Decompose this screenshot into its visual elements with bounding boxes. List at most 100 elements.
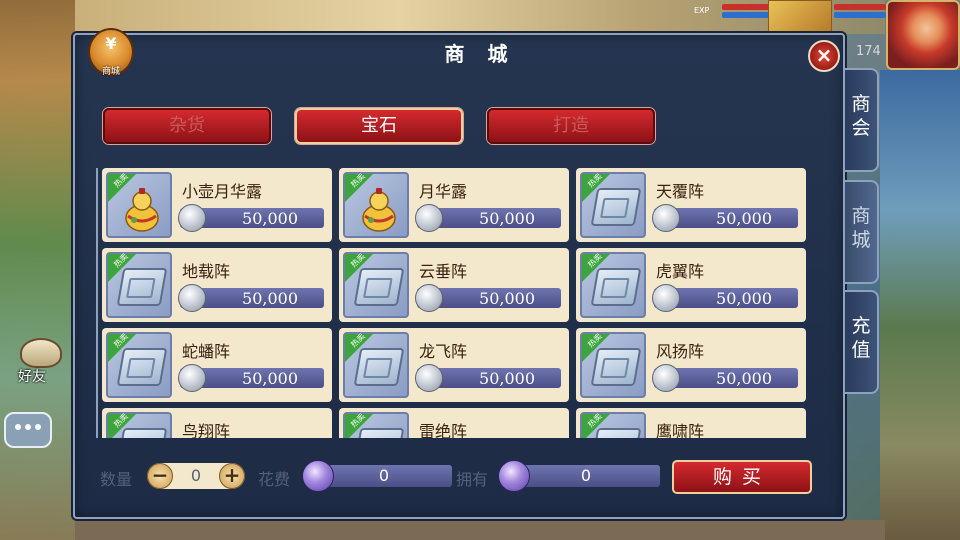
scene-background-left bbox=[0, 0, 75, 540]
item-price: 50,000 bbox=[178, 364, 324, 392]
side-tab-label: 商城 bbox=[851, 205, 871, 251]
item-price-value: 50,000 bbox=[716, 369, 772, 388]
item-name: 龙飞阵 bbox=[419, 342, 468, 361]
item-thumbnail: 热卖 bbox=[106, 412, 172, 438]
shop-item-card[interactable]: 热卖 鸟翔阵 bbox=[102, 408, 332, 438]
owned-field: 0 bbox=[498, 460, 660, 492]
tab-groceries[interactable]: 杂货 bbox=[103, 108, 271, 144]
increase-button[interactable]: + bbox=[219, 463, 245, 489]
scene-background-bottom bbox=[75, 520, 885, 540]
friends-icon bbox=[20, 338, 62, 368]
side-tab-mall[interactable]: 商城 bbox=[843, 180, 879, 284]
item-name: 虎翼阵 bbox=[656, 262, 705, 281]
item-price: 50,000 bbox=[415, 204, 561, 232]
pet-hp-bar bbox=[722, 4, 770, 10]
shop-item-card[interactable]: 热卖 雷绝阵 bbox=[339, 408, 569, 438]
cost-label: 花费 bbox=[258, 470, 291, 489]
item-thumbnail: 热卖 bbox=[580, 252, 646, 318]
item-price: 50,000 bbox=[178, 284, 324, 312]
item-name: 云垂阵 bbox=[419, 262, 468, 281]
hero-hp-bar bbox=[834, 4, 886, 10]
item-name: 地载阵 bbox=[182, 262, 231, 281]
side-tab-label: 商会 bbox=[851, 93, 871, 139]
item-name: 雷绝阵 bbox=[419, 422, 468, 438]
tab-gems[interactable]: 宝石 bbox=[295, 108, 463, 144]
yen-icon: ¥ bbox=[105, 34, 117, 53]
hero-level: 174 bbox=[856, 44, 881, 59]
shop-item-card[interactable]: 热卖 风扬阵 50,000 bbox=[576, 328, 806, 402]
friends-label: 好友 bbox=[18, 369, 46, 385]
item-thumbnail: 热卖 bbox=[580, 332, 646, 398]
shop-item-card[interactable]: 热卖 地载阵 50,000 bbox=[102, 248, 332, 322]
silver-coin-icon bbox=[415, 284, 443, 312]
side-tab-recharge[interactable]: 充值 bbox=[843, 290, 879, 394]
shop-logo: ¥ 商城 bbox=[88, 28, 134, 77]
item-price-value: 50,000 bbox=[242, 289, 298, 308]
item-name: 蛇蟠阵 bbox=[182, 342, 231, 361]
owned-value: 0 bbox=[580, 466, 592, 485]
tab-forging[interactable]: 打造 bbox=[487, 108, 655, 144]
item-name: 天覆阵 bbox=[656, 182, 705, 201]
silver-coin-icon bbox=[178, 364, 206, 392]
item-price-value: 50,000 bbox=[716, 209, 772, 228]
item-thumbnail: 热卖 bbox=[106, 252, 172, 318]
item-price-value: 50,000 bbox=[479, 289, 535, 308]
item-price: 50,000 bbox=[652, 284, 798, 312]
item-thumbnail: 热卖 bbox=[106, 332, 172, 398]
side-tab-label: 充值 bbox=[851, 315, 871, 361]
friends-button[interactable]: 好友 bbox=[14, 338, 64, 388]
quantity-label: 数量 bbox=[100, 470, 133, 489]
pet-portrait[interactable] bbox=[768, 0, 832, 34]
shop-item-card[interactable]: 热卖 虎翼阵 50,000 bbox=[576, 248, 806, 322]
item-price: 50,000 bbox=[415, 364, 561, 392]
chat-dot-icon bbox=[15, 424, 21, 430]
panel-title: 商 城 bbox=[444, 42, 516, 66]
shop-item-card[interactable]: 热卖 鹰啸阵 bbox=[576, 408, 806, 438]
cost-field: 0 bbox=[302, 460, 452, 492]
shop-item-card[interactable]: 热卖 小壶月华露 50,000 bbox=[102, 168, 332, 242]
owned-label: 拥有 bbox=[456, 470, 489, 489]
shop-item-card[interactable]: 热卖 龙飞阵 50,000 bbox=[339, 328, 569, 402]
item-price: 50,000 bbox=[652, 364, 798, 392]
silver-coin-icon bbox=[652, 284, 680, 312]
close-button[interactable]: × bbox=[808, 40, 840, 72]
silver-coin-icon bbox=[415, 204, 443, 232]
hero-avatar[interactable] bbox=[886, 0, 960, 70]
pet-status-bars bbox=[722, 2, 770, 20]
item-price-value: 50,000 bbox=[242, 369, 298, 388]
item-thumbnail: 热卖 bbox=[343, 412, 409, 438]
silver-coin-icon bbox=[652, 364, 680, 392]
item-thumbnail: 热卖 bbox=[580, 412, 646, 438]
item-price: 50,000 bbox=[415, 284, 561, 312]
item-price: 50,000 bbox=[178, 204, 324, 232]
item-thumbnail: 热卖 bbox=[343, 252, 409, 318]
shop-logo-label: 商城 bbox=[101, 67, 120, 77]
quantity-stepper: − 0 + bbox=[147, 463, 245, 489]
buy-button[interactable]: 购买 bbox=[672, 460, 812, 494]
silver-coin-icon bbox=[178, 284, 206, 312]
silver-coin-icon bbox=[415, 364, 443, 392]
item-name: 风扬阵 bbox=[656, 342, 705, 361]
item-name: 小壶月华露 bbox=[182, 182, 263, 201]
item-price: 50,000 bbox=[652, 204, 798, 232]
scene-background-right bbox=[880, 70, 960, 540]
item-name: 鸟翔阵 bbox=[182, 422, 231, 438]
shop-item-card[interactable]: 热卖 蛇蟠阵 50,000 bbox=[102, 328, 332, 402]
item-grid: 热卖 小壶月华露 50,000 热卖 月华露 50,000 热卖 天覆阵 50,000 热卖 地载阵… bbox=[96, 166, 812, 438]
shop-item-card[interactable]: 热卖 天覆阵 50,000 bbox=[576, 168, 806, 242]
side-tab-guild-shop[interactable]: 商会 bbox=[843, 68, 879, 172]
item-thumbnail: 热卖 bbox=[343, 332, 409, 398]
item-name: 鹰啸阵 bbox=[656, 422, 705, 438]
quantity-value[interactable]: 0 bbox=[179, 466, 213, 485]
chat-dot-icon bbox=[35, 424, 41, 430]
decrease-button[interactable]: − bbox=[147, 463, 173, 489]
hero-mp-bar bbox=[834, 12, 886, 18]
shop-item-card[interactable]: 热卖 月华露 50,000 bbox=[339, 168, 569, 242]
item-name: 月华露 bbox=[419, 182, 468, 201]
item-price-value: 50,000 bbox=[242, 209, 298, 228]
chat-button[interactable] bbox=[4, 412, 52, 448]
item-thumbnail: 热卖 bbox=[343, 172, 409, 238]
chat-dot-icon bbox=[25, 424, 31, 430]
shop-item-card[interactable]: 热卖 云垂阵 50,000 bbox=[339, 248, 569, 322]
hero-status-bars bbox=[834, 2, 886, 20]
